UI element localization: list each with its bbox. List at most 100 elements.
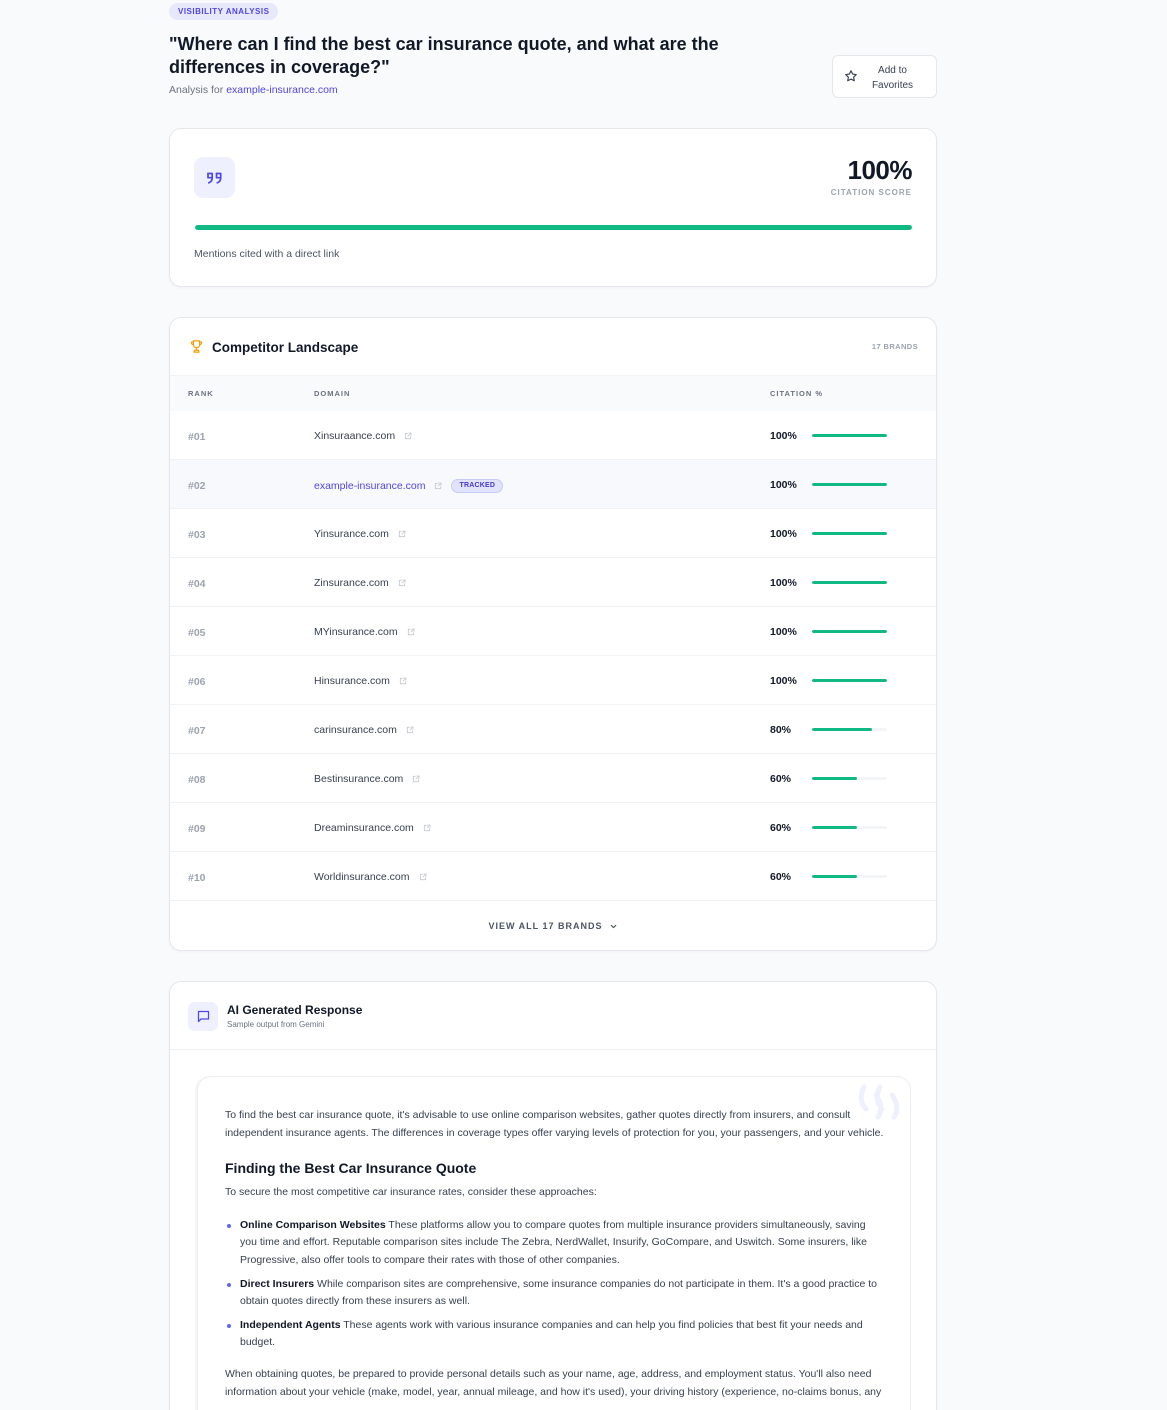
citation-score-bar — [195, 225, 912, 230]
domain-link[interactable]: example-insurance.com — [314, 480, 425, 492]
citation-percent: 100% — [770, 626, 797, 638]
table-row: #03 Yinsurance.com 100% — [170, 509, 936, 558]
external-link-icon[interactable] — [399, 677, 407, 685]
table-row: #08 Bestinsurance.com 60% — [170, 754, 936, 803]
domain-cell: Xinsuraance.com — [314, 430, 412, 442]
citation-bar-fill — [812, 826, 857, 829]
citation-bar-fill — [812, 679, 887, 682]
column-rank: RANK — [188, 389, 214, 398]
citation-percent: 100% — [770, 675, 797, 687]
citation-percent: 60% — [770, 773, 792, 785]
list-item-term: Online Comparison Websites — [240, 1218, 386, 1231]
analysis-prefix: Analysis for — [169, 84, 224, 96]
table-row: #09 Dreaminsurance.com 60% — [170, 803, 936, 852]
table-row: #02 example-insurance.com TRACKED 100% — [170, 460, 936, 509]
list-item-term: Independent Agents — [240, 1318, 341, 1331]
list-item: Direct Insurers While comparison sites a… — [225, 1276, 885, 1311]
external-link-icon[interactable] — [398, 579, 406, 587]
external-link-icon[interactable] — [407, 628, 415, 636]
rank-cell: #04 — [188, 578, 206, 590]
citation-bar — [812, 728, 887, 731]
citation-percent: 100% — [770, 479, 797, 491]
ai-response-header: AI Generated Response Sample output from… — [170, 982, 936, 1050]
citation-percent: 100% — [770, 577, 797, 589]
analysis-domain-link[interactable]: example-insurance.com — [226, 84, 337, 96]
citation-bar — [812, 434, 887, 437]
domain-cell: MYinsurance.com — [314, 626, 415, 638]
column-domain: DOMAIN — [314, 389, 351, 398]
analysis-for: Analysis for example-insurance.com — [169, 84, 338, 96]
tracked-badge: TRACKED — [451, 479, 504, 493]
external-link-icon[interactable] — [398, 530, 406, 538]
trophy-icon — [190, 340, 203, 353]
response-intro: To find the best car insurance quote, it… — [225, 1109, 884, 1139]
citation-percent: 100% — [770, 528, 797, 540]
domain-link[interactable]: MYinsurance.com — [314, 626, 398, 638]
page-title: "Where can I find the best car insurance… — [169, 34, 719, 77]
domain-cell: example-insurance.com TRACKED — [314, 479, 504, 493]
domain-link[interactable]: carinsurance.com — [314, 724, 397, 736]
citation-bar-fill — [812, 875, 857, 878]
citation-bar-fill — [812, 728, 872, 731]
rank-cell: #03 — [188, 529, 206, 541]
citation-bar — [812, 777, 887, 780]
response-content: To find the best car insurance quote, it… — [225, 1107, 885, 1401]
external-link-icon[interactable] — [406, 726, 414, 734]
citation-percent: 60% — [770, 822, 792, 834]
domain-link[interactable]: Worldinsurance.com — [314, 871, 410, 883]
rank-cell: #02 — [188, 480, 206, 492]
rank-cell: #09 — [188, 823, 206, 835]
domain-cell: Zinsurance.com — [314, 577, 406, 589]
citation-bar-fill — [812, 630, 887, 633]
domain-link[interactable]: Bestinsurance.com — [314, 773, 403, 785]
domain-link[interactable]: Zinsurance.com — [314, 577, 389, 589]
citation-score-card: 100% CITATION SCORE Mentions cited with … — [169, 128, 937, 287]
citation-score-bar-fill — [195, 225, 912, 230]
response-closing: When obtaining quotes, be prepared to pr… — [225, 1367, 882, 1398]
citation-bar-fill — [812, 777, 857, 780]
brand-count: 17 BRANDS — [871, 342, 918, 351]
domain-link[interactable]: Xinsuraance.com — [314, 430, 395, 442]
domain-cell: Worldinsurance.com — [314, 871, 427, 883]
rank-cell: #01 — [188, 431, 206, 443]
list-item: Independent Agents These agents work wit… — [225, 1317, 885, 1352]
ai-response-title: AI Generated Response — [227, 1003, 363, 1017]
response-body: To find the best car insurance quote, it… — [197, 1076, 911, 1410]
citation-score-value: 100% — [847, 155, 913, 185]
domain-cell: Hinsurance.com — [314, 675, 407, 687]
domain-link[interactable]: Dreaminsurance.com — [314, 822, 414, 834]
rank-cell: #08 — [188, 774, 206, 786]
chat-bubble-icon — [188, 1002, 218, 1031]
table-row: #04 Zinsurance.com 100% — [170, 558, 936, 607]
citation-score-label: CITATION SCORE — [830, 188, 912, 197]
rank-cell: #06 — [188, 676, 206, 688]
domain-link[interactable]: Hinsurance.com — [314, 675, 390, 687]
citation-bar — [812, 679, 887, 682]
table-row: #07 carinsurance.com 80% — [170, 705, 936, 754]
citation-percent: 100% — [770, 430, 797, 442]
citation-bar — [812, 483, 887, 486]
column-citation: CITATION % — [770, 389, 824, 398]
add-to-favorites-button[interactable]: Add to Favorites — [832, 55, 937, 98]
external-link-icon[interactable] — [404, 432, 412, 440]
view-all-brands-button[interactable]: VIEW ALL 17 BRANDS — [170, 901, 936, 950]
citation-bar — [812, 826, 887, 829]
citation-bar-fill — [812, 532, 887, 535]
chevron-down-icon — [610, 924, 616, 928]
external-link-icon[interactable] — [412, 775, 420, 783]
external-link-icon[interactable] — [434, 482, 442, 490]
response-lead: To secure the most competitive car insur… — [225, 1186, 597, 1199]
rank-cell: #07 — [188, 725, 206, 737]
citation-bar-fill — [812, 434, 887, 437]
table-row: #05 MYinsurance.com 100% — [170, 607, 936, 656]
table-header: RANK DOMAIN CITATION % — [170, 376, 936, 411]
domain-link[interactable]: Yinsurance.com — [314, 528, 389, 540]
competitor-table-body: #01 Xinsuraance.com 100% #02 example-insuran… — [170, 411, 936, 901]
external-link-icon[interactable] — [419, 873, 427, 881]
citation-bar — [812, 630, 887, 633]
view-all-label: VIEW ALL 17 BRANDS — [488, 921, 603, 931]
domain-cell: Dreaminsurance.com — [314, 822, 431, 834]
citation-percent: 60% — [770, 871, 792, 883]
external-link-icon[interactable] — [423, 824, 431, 832]
citation-bar — [812, 532, 887, 535]
